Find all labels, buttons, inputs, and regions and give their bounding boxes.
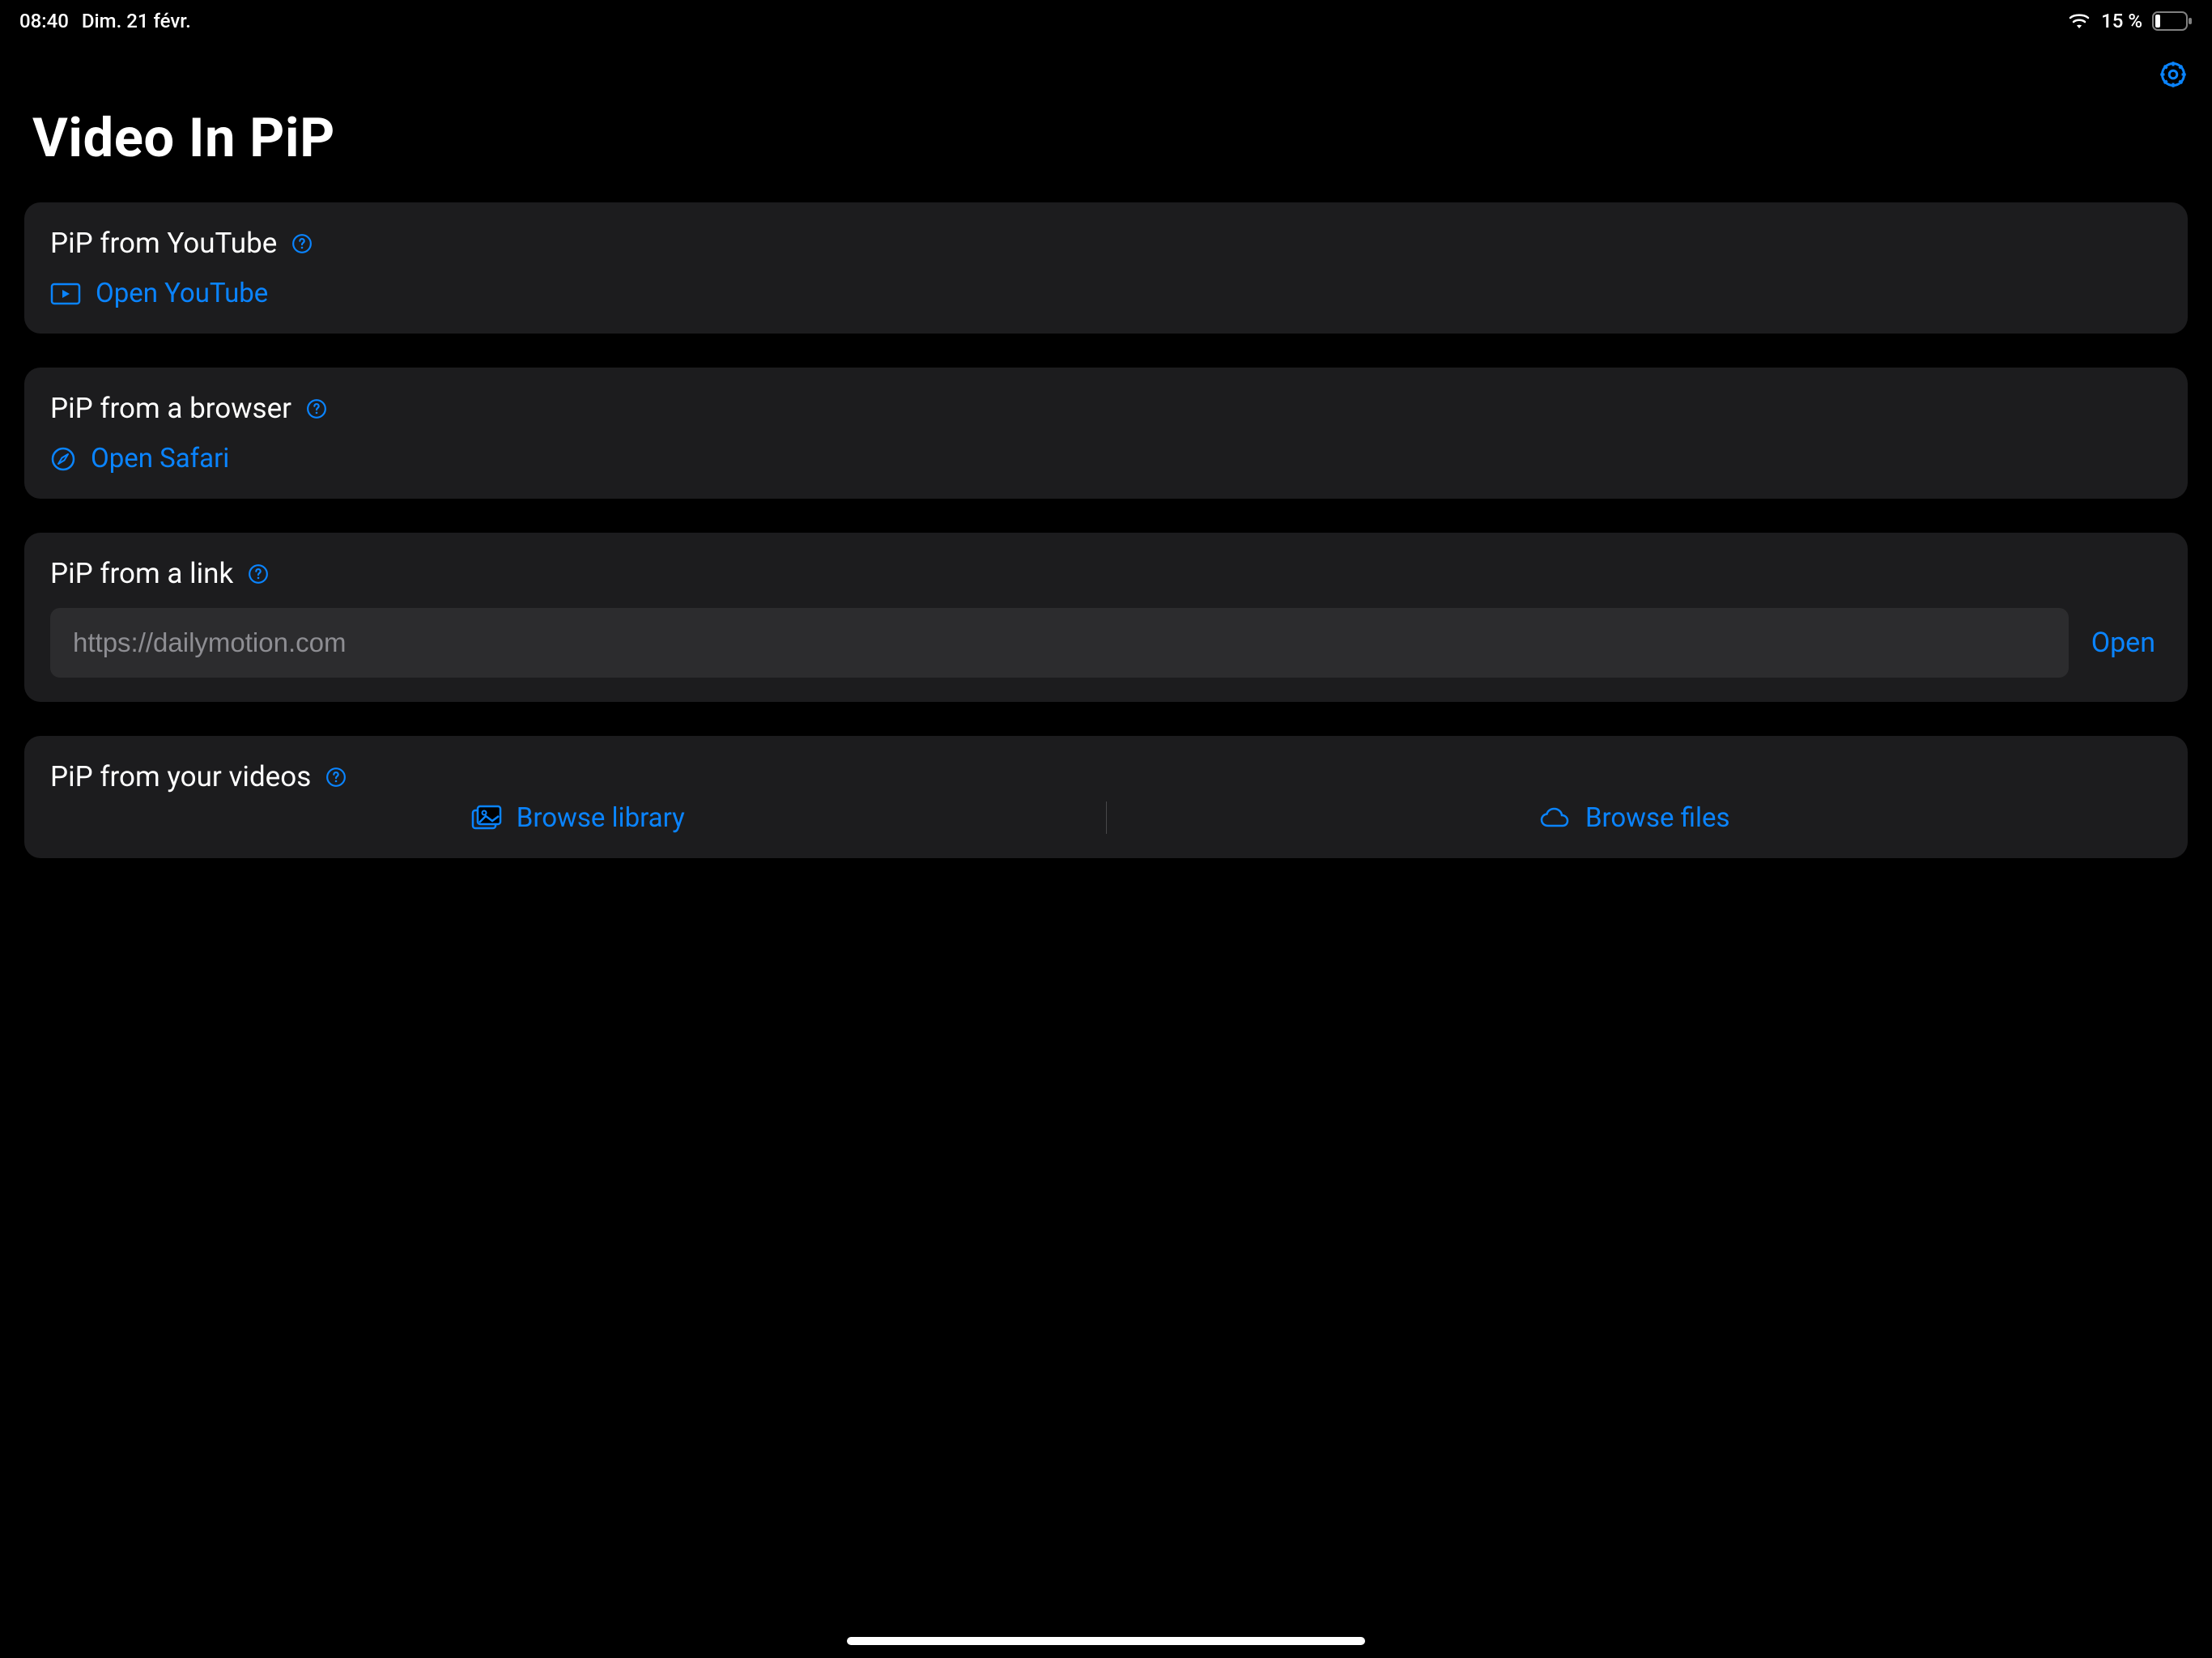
status-left: 08:40 Dim. 21 févr. — [19, 10, 191, 32]
status-bar: 08:40 Dim. 21 févr. 15 % — [0, 0, 2212, 42]
open-safari-button[interactable]: Open Safari — [50, 443, 2162, 474]
open-safari-label: Open Safari — [91, 443, 229, 474]
photo-library-icon — [471, 805, 502, 831]
safari-icon — [50, 446, 76, 472]
battery-icon — [2152, 11, 2193, 31]
browse-library-label: Browse library — [517, 802, 685, 834]
help-icon[interactable] — [325, 767, 347, 788]
rectangle-play-icon — [50, 283, 81, 305]
card-link-title: PiP from a link — [50, 557, 233, 590]
open-youtube-button[interactable]: Open YouTube — [50, 278, 2162, 309]
wifi-icon — [2067, 12, 2091, 30]
link-url-input[interactable] — [50, 608, 2069, 678]
help-icon[interactable] — [248, 563, 269, 585]
open-youtube-label: Open YouTube — [96, 278, 268, 309]
help-icon[interactable] — [291, 233, 313, 254]
page-title: Video In PiP — [32, 107, 2212, 170]
home-indicator[interactable] — [847, 1637, 1365, 1645]
card-browser: PiP from a browser Open Safari — [24, 368, 2188, 499]
card-videos: PiP from your videos Browse lib — [24, 736, 2188, 858]
status-battery: 15 % — [2101, 10, 2142, 32]
card-videos-title: PiP from your videos — [50, 760, 311, 793]
browse-library-button[interactable]: Browse library — [471, 802, 685, 834]
status-time: 08:40 — [19, 10, 69, 32]
card-link: PiP from a link Open — [24, 533, 2188, 702]
icloud-icon — [1538, 806, 1571, 829]
help-icon[interactable] — [306, 398, 327, 419]
status-right: 15 % — [2067, 10, 2193, 32]
status-date: Dim. 21 févr. — [82, 10, 191, 32]
card-youtube: PiP from YouTube Open YouTube — [24, 202, 2188, 334]
settings-button[interactable] — [2159, 60, 2188, 92]
card-browser-title: PiP from a browser — [50, 392, 291, 425]
open-link-button[interactable]: Open — [2085, 627, 2162, 659]
browse-files-button[interactable]: Browse files — [1538, 802, 1730, 834]
card-youtube-title: PiP from YouTube — [50, 227, 277, 260]
browse-files-label: Browse files — [1585, 802, 1730, 834]
